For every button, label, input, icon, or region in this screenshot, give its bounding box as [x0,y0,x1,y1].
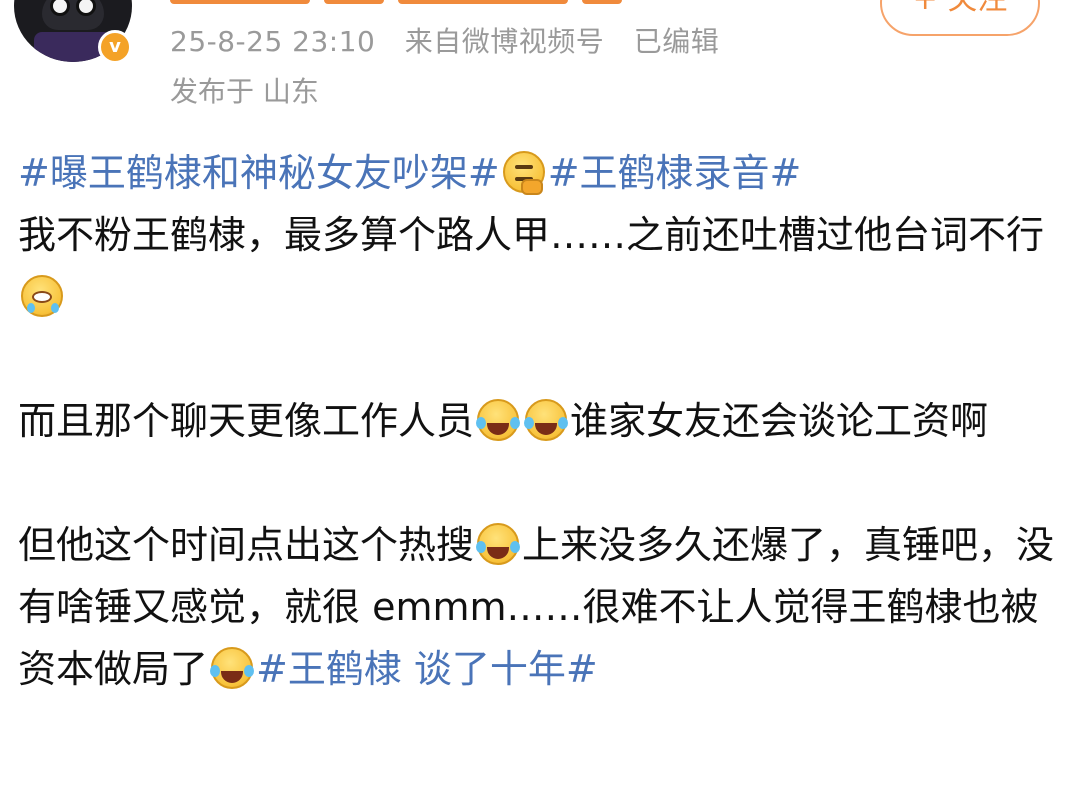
weibo-post-view: v 25-8-25 23:10 来自微博视频号 已编辑 发布于 山东 + 关注 … [0,0,1080,785]
edited-label[interactable]: 已编辑 [634,25,720,58]
username-fragment [170,0,310,4]
username-cropped[interactable] [170,0,670,10]
post-text: 而且那个聊天更像工作人员 [18,399,475,443]
post-text: 我不粉王鹤棣，最多算个路人甲……之前还吐槽过他台词不行 [18,213,1045,257]
paragraph-2: 而且那个聊天更像工作人员 谁家女友还会谈论工资啊 [18,390,1068,452]
paragraph-3: 但他这个时间点出这个热搜 上来没多久还爆了，真锤吧，没有啥锤又感觉，就很 emmm… [18,514,1068,700]
follow-button[interactable]: + 关注 [880,0,1040,36]
hashtag-link[interactable]: #曝王鹤棣和神秘女友吵架# [18,151,500,195]
username-fragment [582,0,622,4]
post-location: 发布于 山东 [170,75,319,108]
laughing-tears-icon [524,399,568,441]
laughing-tears-icon [476,523,520,565]
post-time: 25-8-25 23:10 [170,25,376,58]
thinking-face-icon [502,151,545,195]
post-text: 但他这个时间点出这个热搜 [18,523,475,567]
laughing-tears-icon [476,399,520,441]
post-source[interactable]: 来自微博视频号 [405,25,605,58]
hashtag-link[interactable]: #王鹤棣 谈了十年# [256,647,598,691]
laughing-tears-icon [210,647,254,689]
verified-badge-icon: v [98,30,132,64]
hashtag-line: #曝王鹤棣和神秘女友吵架# #王鹤棣录音# [18,142,1068,204]
post-meta: 25-8-25 23:10 来自微博视频号 已编辑 [170,20,719,60]
username-fragment [324,0,384,4]
post-text: 谁家女友还会谈论工资啊 [570,399,989,443]
post-content: #曝王鹤棣和神秘女友吵架# #王鹤棣录音# 我不粉王鹤棣，最多算个路人甲……之前还… [18,142,1068,700]
paragraph-1: 我不粉王鹤棣，最多算个路人甲……之前还吐槽过他台词不行 [18,204,1068,328]
crying-face-icon [21,275,63,317]
hashtag-link[interactable]: #王鹤棣录音# [548,151,802,195]
username-fragment [398,0,568,4]
